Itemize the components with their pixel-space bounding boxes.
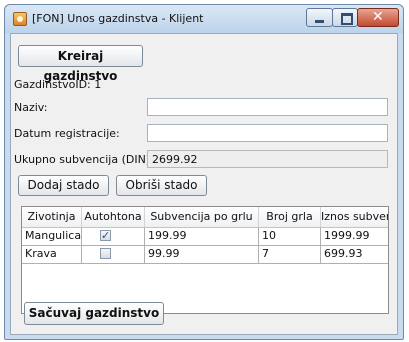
farm-id-label: GazdinstvoID: 1	[14, 78, 101, 91]
column-header[interactable]: Iznos subvenije	[321, 207, 388, 227]
subvencija-label: Ukupno subvencija (DIN):	[14, 153, 154, 166]
autohtona-cell[interactable]: ✓	[82, 228, 145, 245]
form-panel: Kreiraj gazdinstvo GazdinstvoID: 1 Naziv…	[10, 33, 398, 335]
check-icon: ✓	[101, 229, 111, 242]
java-app-icon	[13, 12, 27, 26]
app-window: [FON] Unos gazdinstva - Klijent ✕ Kreira…	[4, 4, 404, 340]
column-header[interactable]: Subvencija po grlu	[145, 207, 259, 227]
save-farm-button[interactable]: Sačuvaj gazdinstvo	[24, 302, 164, 325]
minimize-icon	[315, 20, 324, 23]
add-herd-button[interactable]: Dodaj stado	[18, 175, 109, 196]
animal-cell[interactable]: Mangulica	[22, 228, 82, 245]
head-count-cell[interactable]: 10	[259, 228, 321, 245]
create-farm-button[interactable]: Kreiraj gazdinstvo	[18, 45, 143, 83]
autohtona-checkbox[interactable]: ✓	[100, 229, 111, 242]
subvencija-field: 2699.92	[147, 150, 388, 168]
naziv-label: Naziv:	[14, 101, 48, 114]
autohtona-checkbox[interactable]	[100, 248, 111, 259]
column-header[interactable]: Broj grla	[259, 207, 321, 227]
subsidy-total-cell[interactable]: 699.93	[321, 246, 388, 263]
head-count-cell[interactable]: 7	[259, 246, 321, 263]
datum-label: Datum registracije:	[14, 127, 120, 140]
autohtona-cell[interactable]	[82, 246, 145, 263]
window-title: [FON] Unos gazdinstva - Klijent	[32, 12, 204, 25]
table-row[interactable]: Mangulica ✓ 199.99 10 1999.99	[22, 228, 388, 246]
minimize-button[interactable]	[306, 8, 333, 27]
subsidy-per-head-cell[interactable]: 99.99	[145, 246, 259, 263]
close-button[interactable]: ✕	[357, 8, 399, 27]
farm-id-caption: GazdinstvoID:	[14, 78, 91, 91]
maximize-icon	[341, 13, 353, 25]
maximize-button[interactable]	[332, 8, 358, 27]
remove-herd-button[interactable]: Obriši stado	[116, 175, 207, 196]
animal-cell[interactable]: Krava	[22, 246, 82, 263]
herd-table[interactable]: Zivotinja Autohtona Subvencija po grlu B…	[21, 206, 389, 314]
column-header[interactable]: Zivotinja	[22, 207, 82, 227]
close-icon: ✕	[372, 9, 384, 25]
table-row[interactable]: Krava 99.99 7 699.93	[22, 246, 388, 264]
subsidy-total-cell[interactable]: 1999.99	[321, 228, 388, 245]
farm-id-value: 1	[94, 78, 102, 91]
column-header[interactable]: Autohtona	[82, 207, 145, 227]
title-bar[interactable]: [FON] Unos gazdinstva - Klijent ✕	[5, 5, 403, 33]
subsidy-per-head-cell[interactable]: 199.99	[145, 228, 259, 245]
naziv-field[interactable]	[147, 98, 388, 116]
table-header: Zivotinja Autohtona Subvencija po grlu B…	[22, 207, 388, 228]
datum-field[interactable]	[147, 124, 388, 142]
